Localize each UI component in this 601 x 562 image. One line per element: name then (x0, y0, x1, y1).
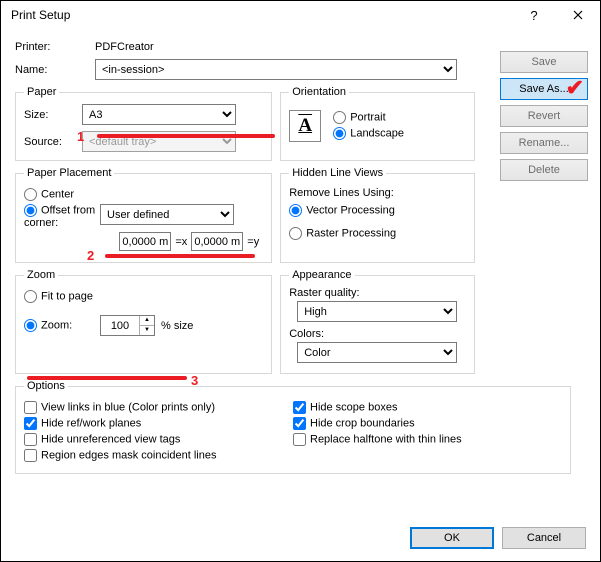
zoom-radio[interactable]: Zoom: (24, 319, 100, 332)
vector-radio[interactable]: Vector Processing (289, 204, 395, 217)
offset-x-suffix: =x (175, 236, 187, 248)
annotation-line-2 (105, 254, 255, 258)
content: Printer: PDFCreator Name: <in-session> S… (1, 29, 600, 561)
orientation-group: Orientation A Portrait Landscape (280, 86, 475, 161)
spin-up[interactable]: ▲ (139, 316, 154, 326)
footer: OK Cancel (410, 527, 586, 549)
revert-button[interactable]: Revert (500, 105, 588, 127)
colors-select[interactable]: Color (297, 342, 457, 363)
annotation-line-3 (27, 376, 187, 380)
hidden-line-group: Hidden Line Views Remove Lines Using: Ve… (280, 167, 475, 263)
zoom-suffix: % size (161, 320, 193, 332)
appearance-group: Appearance Raster quality: High Colors: … (280, 269, 475, 374)
paper-group: Paper Size: A3 Source: <default tray> (15, 86, 272, 161)
region-edges-cb[interactable]: Region edges mask coincident lines (24, 449, 217, 462)
window-title: Print Setup (1, 8, 512, 22)
colors-label: Colors: (289, 328, 466, 340)
placement-legend: Paper Placement (24, 167, 114, 179)
options-group: Options View links in blue (Color prints… (15, 380, 571, 474)
raster-quality-select[interactable]: High (297, 301, 457, 322)
offset-y-input[interactable] (191, 232, 243, 251)
hidden-legend: Hidden Line Views (289, 167, 386, 179)
size-label: Size: (24, 109, 82, 121)
landscape-radio[interactable]: Landscape (333, 127, 404, 140)
appearance-legend: Appearance (289, 269, 354, 281)
spin-down[interactable]: ▼ (139, 326, 154, 335)
center-radio[interactable]: Center (24, 188, 74, 201)
offset-preset-select[interactable]: User defined (100, 204, 234, 225)
remove-lines-label: Remove Lines Using: (289, 187, 466, 199)
annotation-check: ✔ (566, 75, 584, 101)
offset-radio[interactable]: Offset from corner: (24, 204, 100, 229)
save-button[interactable]: Save (500, 51, 588, 73)
hide-ref-cb[interactable]: Hide ref/work planes (24, 417, 141, 430)
paper-legend: Paper (24, 86, 59, 98)
hide-scope-cb[interactable]: Hide scope boxes (293, 401, 397, 414)
hide-unref-cb[interactable]: Hide unreferenced view tags (24, 433, 180, 446)
printer-label: Printer: (15, 41, 95, 53)
annotation-num-1: 1 (77, 129, 84, 144)
name-select[interactable]: <in-session> (95, 59, 457, 80)
zoom-spinner[interactable]: ▲▼ (100, 315, 155, 336)
printer-value: PDFCreator (95, 41, 154, 53)
help-button[interactable]: ? (512, 1, 556, 29)
actions-panel: Save Save As... Revert Rename... Delete (500, 51, 588, 186)
annotation-num-3: 3 (191, 373, 198, 388)
options-legend: Options (24, 380, 68, 392)
hide-crop-cb[interactable]: Hide crop boundaries (293, 417, 415, 430)
zoom-group: Zoom Fit to page Zoom: ▲▼ % size (15, 269, 272, 374)
annotation-num-2: 2 (87, 248, 94, 263)
annotation-line-1 (97, 134, 275, 138)
print-setup-dialog: Print Setup ? Printer: PDFCreator Name: … (0, 0, 601, 562)
placement-group: Paper Placement Center Offset from corne… (15, 167, 272, 263)
orientation-legend: Orientation (289, 86, 349, 98)
cancel-button[interactable]: Cancel (502, 527, 586, 549)
orientation-icon: A (289, 110, 321, 142)
zoom-legend: Zoom (24, 269, 58, 281)
titlebar: Print Setup ? (1, 1, 600, 29)
close-button[interactable] (556, 1, 600, 29)
view-links-cb[interactable]: View links in blue (Color prints only) (24, 401, 215, 414)
replace-halftone-cb[interactable]: Replace halftone with thin lines (293, 433, 462, 446)
raster-quality-label: Raster quality: (289, 287, 466, 299)
name-label: Name: (15, 64, 95, 76)
rename-button[interactable]: Rename... (500, 132, 588, 154)
portrait-radio[interactable]: Portrait (333, 111, 385, 124)
zoom-input[interactable] (101, 316, 139, 335)
offset-y-suffix: =y (247, 236, 259, 248)
source-label: Source: (24, 136, 82, 148)
fit-radio[interactable]: Fit to page (24, 290, 93, 303)
offset-x-input[interactable] (119, 232, 171, 251)
size-select[interactable]: A3 (82, 104, 236, 125)
ok-button[interactable]: OK (410, 527, 494, 549)
raster-radio[interactable]: Raster Processing (289, 227, 396, 240)
delete-button[interactable]: Delete (500, 159, 588, 181)
close-icon (573, 10, 583, 20)
